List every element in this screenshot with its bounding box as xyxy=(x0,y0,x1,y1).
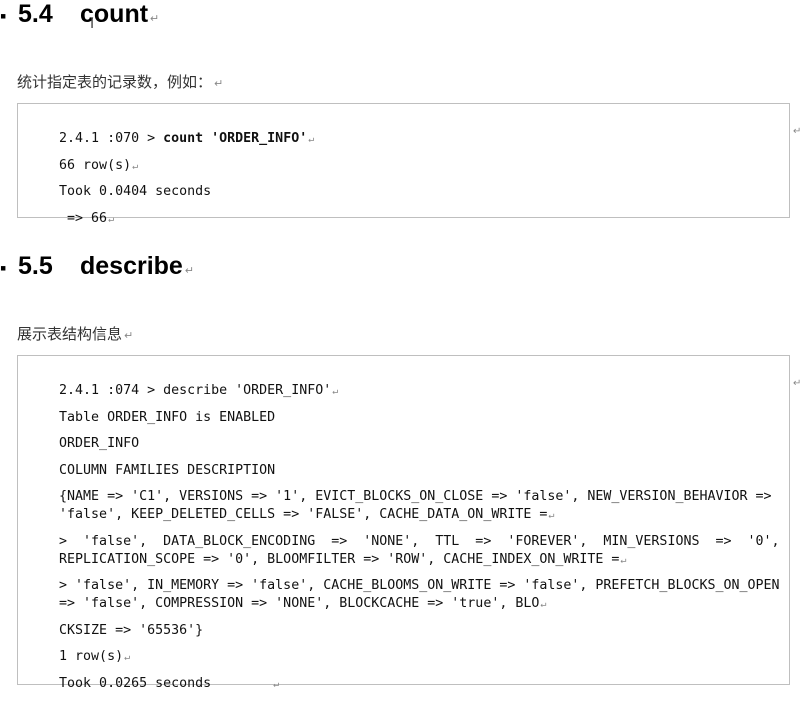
code-block-describe: 2.4.1 :074 > describe 'ORDER_INFO'↵ Tabl… xyxy=(17,355,790,691)
paragraph-mark: ↵ xyxy=(793,126,800,137)
section-intro-describe: 展示表结构信息 ↵ xyxy=(17,325,134,343)
paragraph-mark: ↵ xyxy=(184,265,195,277)
section-heading-describe: ▪ 5.5 describe ↵ xyxy=(0,252,194,281)
heading-bullet: ▪ xyxy=(0,6,7,26)
section-title: describe xyxy=(80,252,183,280)
paragraph-mark: ↵ xyxy=(214,77,224,90)
paragraph-mark: ↵ xyxy=(793,378,800,389)
code-block-count: 2.4.1 :070 > count 'ORDER_INFO'↵ 66 row(… xyxy=(17,103,790,226)
section-intro-count: 统计指定表的记录数，例如： ↵ xyxy=(17,73,224,91)
paragraph-mark: ↵ xyxy=(150,13,160,25)
section-number: 5.5 xyxy=(18,252,53,280)
section-number: 5.4 xyxy=(18,0,53,28)
code-line: => 66↵ xyxy=(59,211,115,226)
text-cursor-icon: I xyxy=(90,16,95,32)
code-line: Took 0.0265 seconds ↵ xyxy=(59,676,280,691)
heading-bullet: ▪ xyxy=(0,258,7,278)
paragraph-mark: ↵ xyxy=(124,329,134,342)
section-heading-count: ▪ 5.4 count ↵ xyxy=(0,0,159,29)
